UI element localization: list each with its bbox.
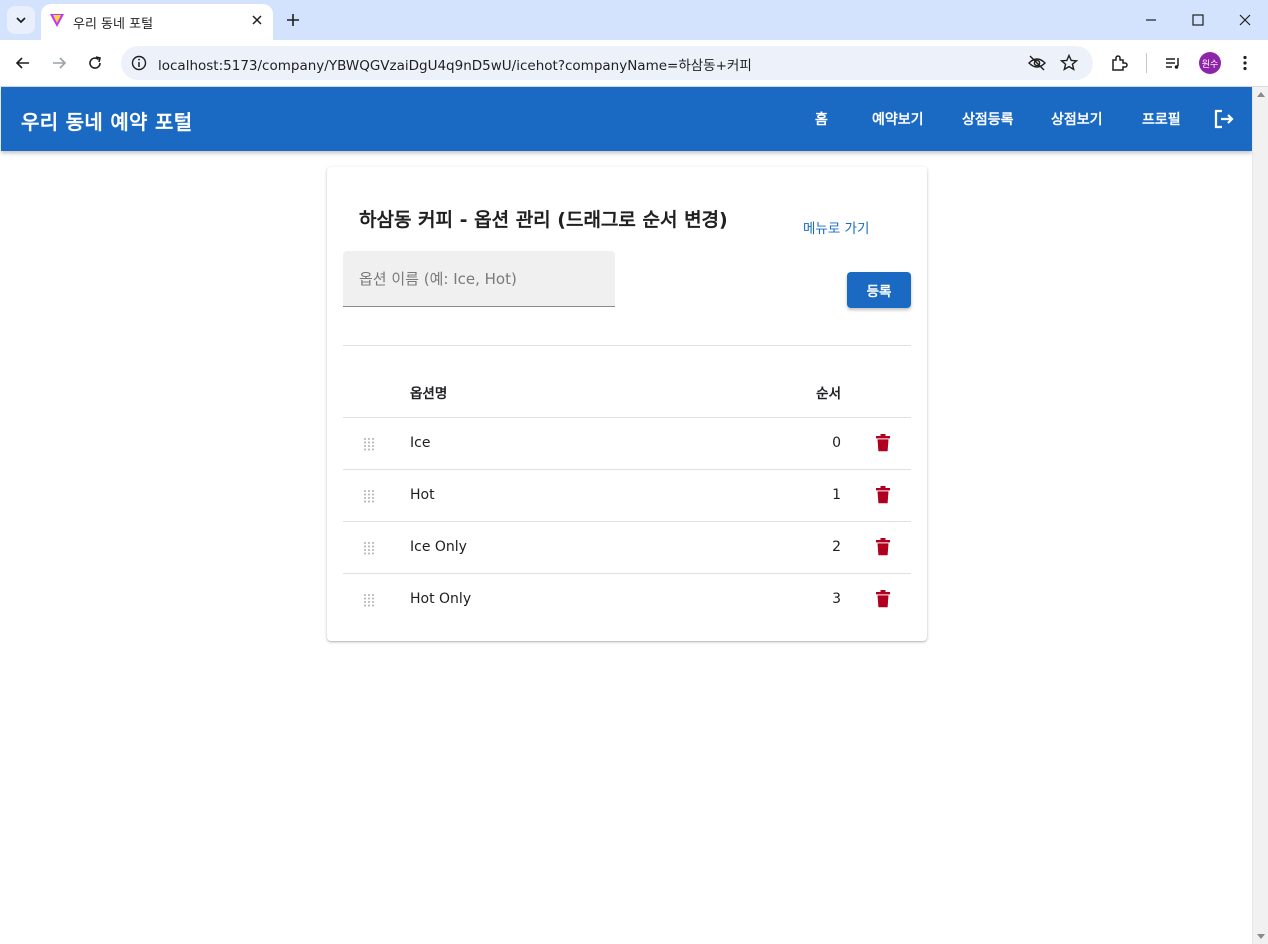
option-management-card: 하삼동 커피 - 옵션 관리 (드래그로 순서 변경) 메뉴로 가기 등록 옵션…: [327, 167, 927, 641]
table-header: 옵션명 순서: [343, 365, 911, 418]
scroll-down-icon[interactable]: [1257, 932, 1265, 940]
close-icon[interactable]: [249, 12, 265, 28]
option-order: 3: [832, 591, 841, 607]
profile-avatar[interactable]: 원수: [1199, 52, 1221, 74]
option-order: 0: [832, 435, 841, 451]
option-order: 1: [832, 487, 841, 503]
nav-home[interactable]: 홈: [815, 109, 828, 129]
page-scrollbar[interactable]: [1252, 87, 1268, 944]
option-name: Hot Only: [410, 591, 472, 607]
extensions-icon[interactable]: [1109, 53, 1129, 73]
browser-tabstrip: 우리 동네 포털: [0, 0, 1268, 40]
table-row[interactable]: Ice 0: [343, 418, 911, 470]
option-name: Hot: [410, 487, 435, 503]
trash-icon[interactable]: [875, 538, 891, 556]
option-order: 2: [832, 539, 841, 555]
browser-toolbar: localhost:5173/company/YBWQGVzaiDgU4q9nD…: [0, 40, 1268, 87]
logout-icon[interactable]: [1212, 107, 1236, 131]
chevron-down-icon: [16, 17, 26, 24]
media-queue-icon[interactable]: [1163, 53, 1183, 73]
column-header-order: 순서: [816, 386, 841, 402]
section-divider: [343, 345, 911, 346]
window-close-icon[interactable]: [1235, 10, 1255, 30]
tab-title: 우리 동네 포털: [73, 17, 154, 32]
app-brand[interactable]: 우리 동네 예약 포털: [21, 106, 192, 135]
reload-icon[interactable]: [85, 53, 105, 73]
drag-handle-icon[interactable]: [363, 593, 375, 607]
page-title: 하삼동 커피 - 옵션 관리 (드래그로 순서 변경): [359, 209, 728, 231]
nav-reservations[interactable]: 예약보기: [872, 109, 924, 129]
table-row[interactable]: Hot 1: [343, 470, 911, 522]
back-arrow-icon[interactable]: [13, 53, 33, 73]
bookmark-star-icon[interactable]: [1059, 53, 1079, 73]
option-name: Ice: [410, 435, 431, 451]
column-header-name: 옵션명: [410, 386, 448, 402]
table-row[interactable]: Hot Only 3: [343, 574, 911, 625]
more-vert-icon[interactable]: [1235, 53, 1255, 73]
option-name-input[interactable]: [343, 251, 615, 306]
go-to-menu-link[interactable]: 메뉴로 가기: [803, 217, 869, 237]
option-name-field[interactable]: [343, 251, 615, 307]
options-table: 옵션명 순서 Ice 0 Hot 1 Ice Only 2 Hot Only 3: [343, 365, 911, 625]
address-url[interactable]: localhost:5173/company/YBWQGVzaiDgU4q9nD…: [158, 54, 752, 74]
trash-icon[interactable]: [875, 434, 891, 452]
address-bar[interactable]: localhost:5173/company/YBWQGVzaiDgU4q9nD…: [121, 46, 1093, 80]
tab-search-button[interactable]: [7, 6, 35, 34]
plus-icon[interactable]: [283, 10, 303, 30]
site-info-icon[interactable]: [130, 54, 148, 72]
register-button[interactable]: 등록: [847, 272, 911, 308]
forward-arrow-icon[interactable]: [49, 53, 69, 73]
nav-store-register[interactable]: 상점등록: [962, 109, 1014, 129]
app-bar: 우리 동네 예약 포털 홈 예약보기 상점등록 상점보기 프로필: [1, 87, 1252, 151]
trash-icon[interactable]: [875, 590, 891, 608]
table-body: Ice 0 Hot 1 Ice Only 2 Hot Only 3: [343, 418, 911, 625]
nav-profile[interactable]: 프로필: [1142, 109, 1181, 129]
toolbar-separator: [1146, 53, 1147, 73]
scroll-up-icon[interactable]: [1257, 91, 1265, 99]
drag-handle-icon[interactable]: [363, 437, 375, 451]
trash-icon[interactable]: [875, 486, 891, 504]
drag-handle-icon[interactable]: [363, 541, 375, 555]
drag-handle-icon[interactable]: [363, 489, 375, 503]
nav-store-view[interactable]: 상점보기: [1051, 109, 1103, 129]
browser-tab-active[interactable]: 우리 동네 포털: [41, 4, 273, 40]
option-name: Ice Only: [410, 539, 467, 555]
maximize-icon[interactable]: [1188, 10, 1208, 30]
table-row[interactable]: Ice Only 2: [343, 522, 911, 574]
eye-off-icon[interactable]: [1027, 53, 1047, 73]
vite-logo-icon: [50, 14, 64, 27]
minimize-icon[interactable]: [1141, 10, 1161, 30]
